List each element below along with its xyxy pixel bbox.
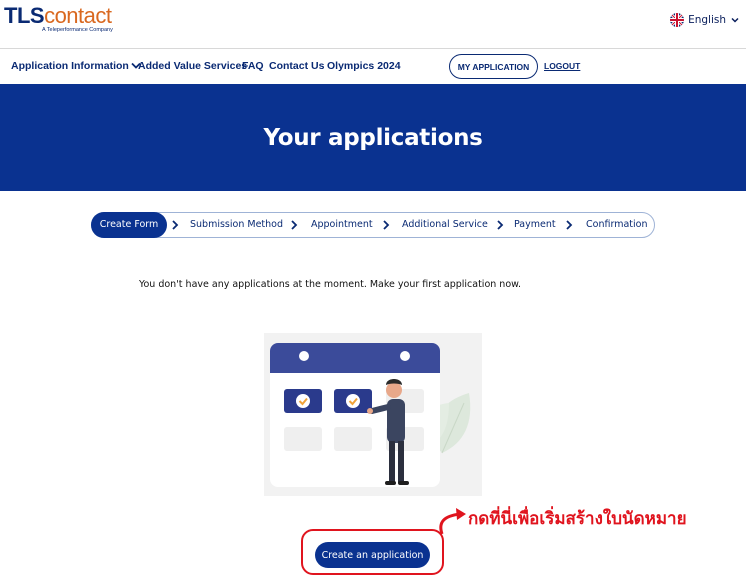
calendar-person-illustration: [264, 333, 482, 496]
logo-tls-text: TLS: [4, 3, 45, 28]
nav-faq[interactable]: FAQ: [242, 60, 264, 72]
chevron-right-icon: [497, 220, 504, 230]
my-application-button[interactable]: MY APPLICATION: [449, 54, 538, 79]
nav-contact-us[interactable]: Contact Us: [269, 60, 324, 72]
step-payment: Payment: [514, 219, 556, 230]
hero-banner: Your applications: [0, 84, 746, 191]
empty-state-message: You don't have any applications at the m…: [138, 279, 522, 290]
page-title: Your applications: [263, 124, 483, 151]
nav-application-information[interactable]: Application Information: [11, 60, 141, 72]
step-submission-method: Submission Method: [190, 219, 283, 230]
logo-contact-text: contact: [44, 3, 112, 28]
main-nav: Application Information Added Value Serv…: [0, 48, 746, 84]
logout-link[interactable]: LOGOUT: [544, 61, 580, 71]
progress-stepper: Create Form Submission Method Appointmen…: [91, 212, 655, 238]
annotation-text: กดที่นี่เพื่อเริ่มสร้างใบนัดหมาย: [468, 509, 687, 529]
step-appointment: Appointment: [311, 219, 373, 230]
step-additional-service: Additional Service: [402, 219, 488, 230]
tlscontact-logo[interactable]: TLScontact A Teleperformance Company: [4, 3, 113, 34]
chevron-right-icon: [566, 220, 573, 230]
site-header: TLScontact A Teleperformance Company Eng…: [0, 0, 746, 48]
chevron-right-icon: [172, 220, 179, 230]
nav-added-value-services[interactable]: Added Value Services: [138, 60, 247, 72]
step-confirmation: Confirmation: [586, 219, 648, 230]
nav-olympics-2024[interactable]: Olympics 2024: [327, 60, 401, 72]
language-label: English: [688, 14, 726, 26]
chevron-right-icon: [291, 220, 298, 230]
create-application-button[interactable]: Create an application: [315, 542, 430, 568]
nav-label: Application Information: [11, 60, 129, 72]
chevron-down-icon: [731, 17, 739, 23]
chevron-right-icon: [383, 220, 390, 230]
logo-tagline: A Teleperformance Company: [42, 27, 113, 33]
step-create-form: Create Form: [91, 212, 167, 238]
language-selector[interactable]: English: [670, 13, 740, 27]
uk-flag-icon: [670, 13, 685, 27]
